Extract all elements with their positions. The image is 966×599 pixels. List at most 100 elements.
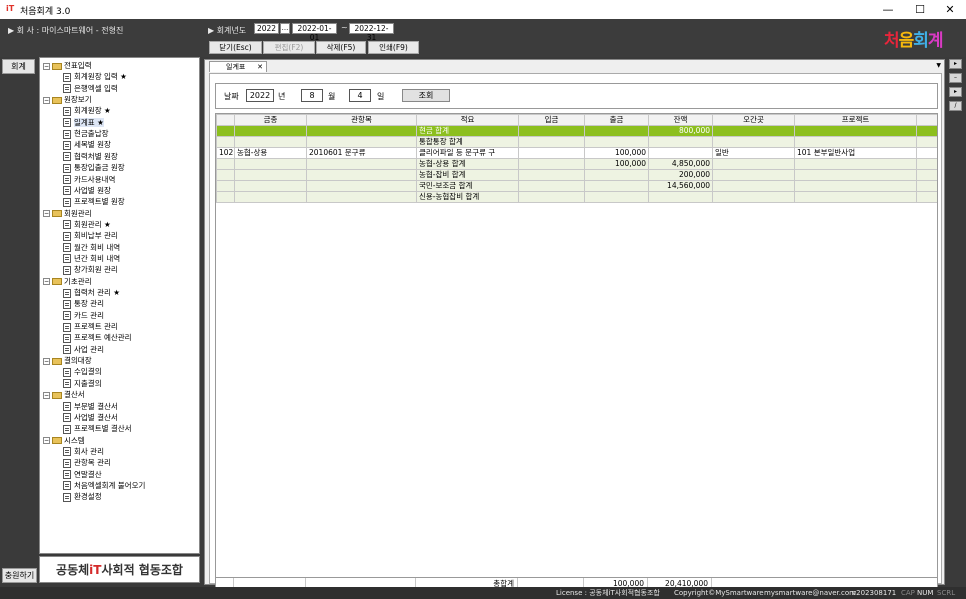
tree-item[interactable]: 관항목 관리 xyxy=(63,457,111,468)
tree-folder[interactable]: − 회원관리 xyxy=(43,208,92,219)
end-date-field[interactable]: 2022-12-31 xyxy=(349,23,394,42)
tree-item[interactable]: 회계원장 ★ xyxy=(63,105,111,116)
tree-item-label: 관항목 관리 xyxy=(74,458,111,468)
tree-item[interactable]: 수입결의 xyxy=(63,366,102,377)
column-header[interactable]: 금종 xyxy=(234,114,307,126)
tree-item[interactable]: 부문별 결산서 xyxy=(63,401,118,412)
tree-item[interactable]: 협력처 관리 ★ xyxy=(63,287,120,298)
brand-char: 계 xyxy=(927,31,944,51)
tree-folder[interactable]: − 전표입력 xyxy=(43,60,92,71)
tree-item[interactable]: 사업별 결산서 xyxy=(63,412,118,423)
tab-close-icon[interactable]: ✕ xyxy=(257,62,263,72)
tree-item[interactable]: 프로젝트 관리 xyxy=(63,321,118,332)
document-icon xyxy=(63,299,71,309)
collapse-icon[interactable]: − xyxy=(43,96,50,104)
tree-item[interactable]: 년간 회비 내역 xyxy=(63,253,120,264)
accounting-tab[interactable]: 회계 xyxy=(2,59,35,74)
tree-item[interactable]: 환경설정 xyxy=(63,491,102,502)
fiscal-year-field[interactable]: 2022 xyxy=(254,23,279,34)
table-row[interactable]: 국민-보조금 합계 14,560,000 xyxy=(216,180,937,192)
query-button[interactable]: 조회 xyxy=(402,89,450,102)
tree-folder[interactable]: − 원장보기 xyxy=(43,94,92,105)
tree-item[interactable]: 은행엑셀 입력 xyxy=(63,83,118,94)
table-row[interactable]: 통합통장 합계 xyxy=(216,136,937,148)
tree-item-label: 결산서 xyxy=(64,390,85,400)
tree-item[interactable]: 회사 관리 xyxy=(63,446,104,457)
collapse-icon[interactable]: − xyxy=(43,62,50,70)
document-icon xyxy=(63,231,71,241)
delete-button[interactable]: 삭제(F5) xyxy=(316,41,366,54)
table-cell xyxy=(216,125,235,137)
strip-prev-icon[interactable]: – xyxy=(949,73,962,83)
collapse-icon[interactable]: − xyxy=(43,210,50,218)
filter-month-input[interactable]: 8 xyxy=(301,89,323,102)
tree-item[interactable]: 회계원장 입력 ★ xyxy=(63,71,127,82)
tree-item[interactable]: 처음엑셀회계 불어오기 xyxy=(63,480,145,491)
print-button[interactable]: 인쇄(F9) xyxy=(368,41,419,54)
tree-item[interactable]: 통장입출금 원장 xyxy=(63,162,125,173)
column-header[interactable]: 오간곳 xyxy=(712,114,795,126)
tab-menu-arrow-icon[interactable]: ▼ xyxy=(936,62,941,69)
tree-item[interactable]: 사업 관리 xyxy=(63,344,104,355)
close-button[interactable]: 닫기(Esc) xyxy=(209,41,262,54)
tree-item[interactable]: 협력처별 원장 xyxy=(63,151,118,162)
tree-item-label: 카드사용내역 xyxy=(74,174,116,184)
folder-icon xyxy=(52,210,62,218)
tree-item[interactable]: 프로젝트별 원장 xyxy=(63,196,125,207)
tree-item[interactable]: 카드 관리 xyxy=(63,310,104,321)
tree-folder[interactable]: − 결의대장 xyxy=(43,355,92,366)
column-header[interactable]: 프로젝트 xyxy=(794,114,917,126)
column-header[interactable]: 적요 xyxy=(416,114,519,126)
minimize-button[interactable]: — xyxy=(874,2,902,17)
tree-item[interactable]: 창가회원 관리 xyxy=(63,264,118,275)
column-header[interactable]: 출금 xyxy=(584,114,649,126)
tree-item[interactable]: 지출결의 xyxy=(63,378,102,389)
start-date-field[interactable]: 2022-01-01 xyxy=(292,23,337,42)
tree-item[interactable]: 사업별 원장 xyxy=(63,185,111,196)
collapse-icon[interactable]: − xyxy=(43,437,50,445)
collapse-icon[interactable]: − xyxy=(43,357,50,365)
column-header[interactable] xyxy=(216,114,235,126)
tree-item[interactable]: 회비납부 관리 xyxy=(63,230,118,241)
table-row[interactable]: 신용-농협잡비 합계 xyxy=(216,191,937,203)
recommend-tab[interactable]: 충원하기 xyxy=(2,568,37,583)
tree-folder[interactable]: − 결산서 xyxy=(43,389,85,400)
table-row[interactable]: 현금 합계 800,000 xyxy=(216,125,937,137)
tree-item[interactable]: 프로젝트별 결산서 xyxy=(63,423,132,434)
tree-item[interactable]: 카드사용내역 xyxy=(63,174,115,185)
column-header[interactable]: 잔액 xyxy=(648,114,713,126)
tree-item[interactable]: 일계표 ★ xyxy=(63,117,104,128)
strip-first-icon[interactable]: ▸ xyxy=(949,59,962,69)
table-row[interactable]: 농협-잡비 합계 200,000 xyxy=(216,169,937,181)
table-row[interactable]: 102 농협-상용 2010601 문구류 클리어파일 등 문구류 구 100,000 일… xyxy=(216,147,937,159)
document-icon xyxy=(63,379,71,389)
tree-item[interactable]: 세목별 원장 xyxy=(63,139,111,150)
maximize-button[interactable]: ☐ xyxy=(906,2,934,17)
tree-item[interactable]: 월간 회비 내역 xyxy=(63,242,120,253)
table-row[interactable]: 농협-상용 합계 100,000 4,850,000 xyxy=(216,158,937,170)
year-unit: 년 xyxy=(278,92,286,101)
tree-item[interactable]: 통장 관리 xyxy=(63,298,104,309)
document-icon xyxy=(63,163,71,173)
collapse-icon[interactable]: − xyxy=(43,278,50,286)
column-header[interactable]: 관항목 xyxy=(306,114,417,126)
collapse-icon[interactable]: − xyxy=(43,391,50,399)
tree-item[interactable]: 현금출납장 xyxy=(63,128,109,139)
edit-button[interactable]: 편집(F2) xyxy=(263,41,315,54)
filter-day-input[interactable]: 4 xyxy=(349,89,371,102)
strip-next-icon[interactable]: ▸ xyxy=(949,87,962,97)
status-bar: License : 공동체iT사회적협동조합 Copyright©MySmart… xyxy=(0,587,966,599)
tree-folder[interactable]: − 시스템 xyxy=(43,435,85,446)
fiscal-year-picker-button[interactable]: ... xyxy=(280,23,290,34)
close-window-button[interactable]: ✕ xyxy=(936,2,964,17)
column-header[interactable]: 입금 xyxy=(518,114,585,126)
table-cell xyxy=(794,180,917,192)
tree-item[interactable]: 프로젝트 예산관리 xyxy=(63,332,132,343)
table-cell xyxy=(518,147,585,159)
tab-daily-report[interactable]: 일계표 ✕ xyxy=(209,61,267,72)
tree-item[interactable]: 연말결산 xyxy=(63,469,102,480)
tree-item[interactable]: 회원관리 ★ xyxy=(63,219,111,230)
tree-folder[interactable]: − 기초관리 xyxy=(43,276,92,287)
filter-year-input[interactable]: 2022 xyxy=(246,89,274,102)
strip-edit-icon[interactable]: / xyxy=(949,101,962,111)
